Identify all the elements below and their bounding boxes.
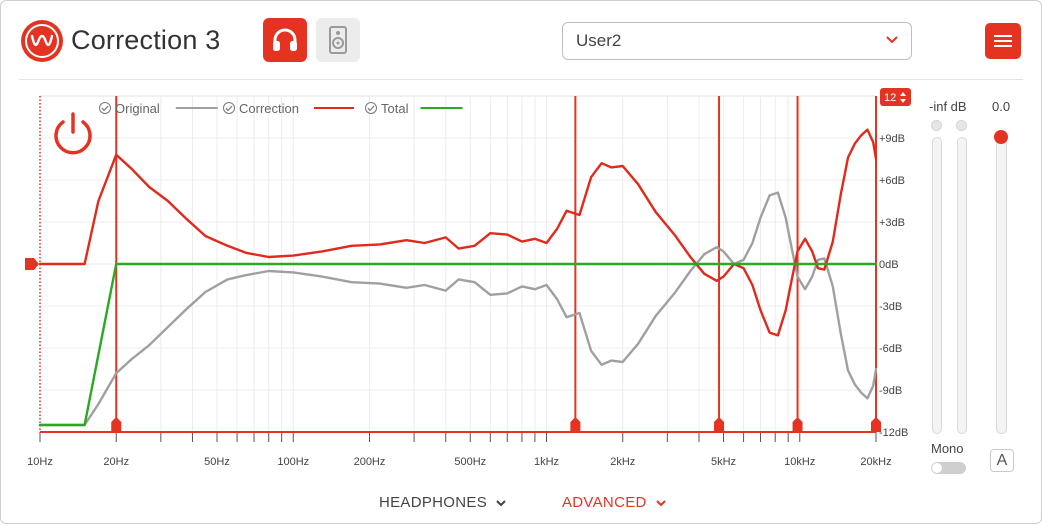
y-tick-label: +9dB	[879, 133, 905, 145]
x-tick-label: 2kHz	[610, 456, 635, 468]
y-tick-label: -9dB	[879, 385, 902, 397]
volume-slider-handle[interactable]	[994, 130, 1008, 144]
x-tick-label: 500Hz	[454, 456, 486, 468]
x-tick-label: 10Hz	[27, 456, 53, 468]
x-tick-label: 10kHz	[784, 456, 815, 468]
legend-label: Original	[115, 101, 160, 116]
x-tick-label: 20Hz	[103, 456, 129, 468]
mono-toggle[interactable]	[931, 462, 966, 474]
y-tick-label: -3dB	[879, 301, 902, 313]
y-tick-label: -6dB	[879, 343, 902, 355]
eq-graph[interactable]: +9dB +6dB +3dB 0dB -3dB -6dB -9dB -12dB 10Hz 20Hz…	[1, 1, 1042, 525]
headphones-tab-label: HEADPHONES	[379, 494, 488, 511]
headphones-tab[interactable]: HEADPHONES	[379, 494, 507, 511]
volume-slider-track[interactable]	[996, 137, 1007, 434]
chevron-down-icon	[655, 499, 666, 506]
mono-label: Mono	[931, 441, 964, 456]
gain-offset-handle	[25, 258, 39, 270]
checkmark-icon	[365, 102, 377, 114]
y-tick-label: -12dB	[879, 427, 908, 439]
y-tick-label: 0dB	[879, 259, 899, 271]
y-tick-label: +3dB	[879, 217, 905, 229]
left-level-meter	[932, 137, 942, 434]
plugin-window: Correction 3 User2 +9dB +6dB +3dB 0dB -3dB -6…	[0, 0, 1042, 524]
x-tick-label: 200Hz	[354, 456, 386, 468]
x-tick-label: 100Hz	[277, 456, 309, 468]
range-badge-value: 12	[884, 92, 896, 104]
y-tick-label: +6dB	[879, 175, 905, 187]
level-readout: -inf dB	[929, 99, 967, 114]
checkmark-icon	[223, 102, 235, 114]
legend-label: Correction	[239, 101, 299, 116]
right-level-meter	[957, 137, 967, 434]
range-selector[interactable]: 12	[880, 88, 911, 106]
checkmark-icon	[99, 102, 111, 114]
left-clip-indicator	[931, 120, 942, 131]
right-clip-indicator	[956, 120, 967, 131]
advanced-tab-label: ADVANCED	[562, 494, 647, 511]
chevron-down-icon	[496, 499, 506, 506]
auto-button[interactable]: A	[990, 449, 1014, 472]
advanced-tab[interactable]: ADVANCED	[562, 494, 667, 511]
x-tick-label: 1kHz	[534, 456, 559, 468]
x-tick-label: 5kHz	[711, 456, 736, 468]
legend-label: Total	[381, 101, 409, 116]
x-tick-label: 20kHz	[860, 456, 891, 468]
x-tick-label: 50Hz	[204, 456, 230, 468]
volume-readout: 0.0	[992, 99, 1011, 114]
